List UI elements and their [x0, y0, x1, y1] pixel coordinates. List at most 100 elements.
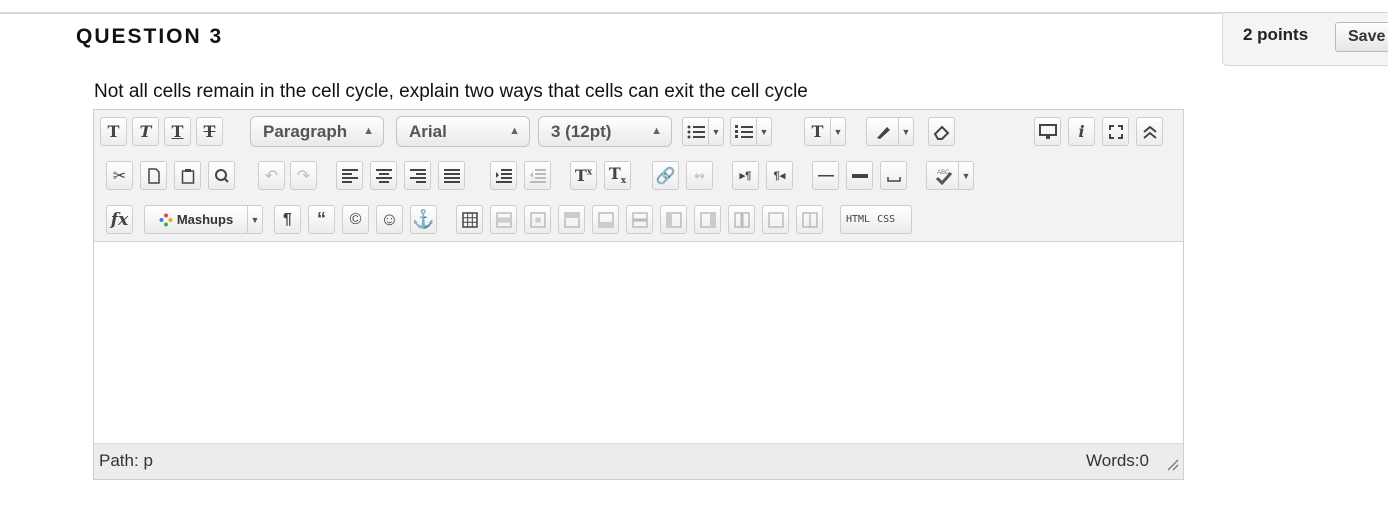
format-select[interactable]: Paragraph ▲	[250, 116, 384, 147]
divider	[0, 12, 1222, 14]
resize-handle[interactable]	[1165, 457, 1179, 471]
size-select-value: 3 (12pt)	[551, 122, 612, 141]
info-button[interactable]: i	[1068, 117, 1095, 146]
function-icon: fx	[110, 209, 129, 230]
question-page: QUESTION 3 2 points Save Not all cells r…	[0, 0, 1388, 510]
chevron-down-icon: ▼	[901, 126, 911, 137]
insert-row-before-button[interactable]	[558, 205, 585, 234]
math-editor-button[interactable]: fx	[106, 205, 133, 234]
html-source-button[interactable]: HTML	[846, 214, 870, 225]
insert-row-after-button[interactable]	[592, 205, 619, 234]
cut-button[interactable]: ✂	[106, 161, 133, 190]
align-center-icon	[375, 168, 392, 183]
remove-link-button[interactable]: ↭	[686, 161, 713, 190]
numbered-list-icon	[734, 124, 753, 138]
editor-content-area[interactable]	[94, 243, 1183, 443]
blockquote-button[interactable]: “	[308, 205, 335, 234]
merge-cells-button[interactable]	[796, 205, 823, 234]
outdent-button[interactable]	[524, 161, 551, 190]
path-value[interactable]: p	[143, 451, 152, 470]
superscript-icon: Tx	[574, 166, 593, 185]
split-cells-button[interactable]	[762, 205, 789, 234]
text-color-button[interactable]: T	[804, 117, 831, 146]
font-select[interactable]: Arial ▲	[396, 116, 530, 147]
emoticon-button[interactable]: ☺	[376, 205, 403, 234]
subscript-icon: Tx	[608, 164, 627, 187]
thick-line-icon	[851, 173, 868, 178]
justify-button[interactable]	[438, 161, 465, 190]
col-after-icon	[699, 211, 716, 228]
redo-button[interactable]: ↷	[290, 161, 317, 190]
anchor-button[interactable]: ⚓	[410, 205, 437, 234]
indent-button[interactable]	[490, 161, 517, 190]
table-cell-icon	[529, 211, 546, 228]
insert-link-button[interactable]: 🔗	[652, 161, 679, 190]
highlight-button[interactable]	[866, 117, 899, 146]
select-arrows-icon: ▲	[509, 125, 520, 137]
css-button[interactable]: CSS	[877, 214, 895, 225]
font-select-value: Arial	[409, 122, 447, 141]
text-color-dropdown[interactable]: ▼	[831, 117, 846, 146]
strikethrough-icon: T	[203, 122, 216, 141]
clear-formatting-button[interactable]	[928, 117, 955, 146]
align-right-button[interactable]	[404, 161, 431, 190]
ltr-button[interactable]: ▸¶	[732, 161, 759, 190]
paste-button[interactable]	[174, 161, 201, 190]
thick-rule-button[interactable]	[846, 161, 873, 190]
superscript-button[interactable]: Tx	[570, 161, 597, 190]
show-blocks-button[interactable]: ¶	[274, 205, 301, 234]
subscript-button[interactable]: Tx	[604, 161, 631, 190]
special-character-button[interactable]: ©	[342, 205, 369, 234]
size-select[interactable]: 3 (12pt) ▲	[538, 116, 672, 147]
fullscreen-button[interactable]	[1102, 117, 1129, 146]
underline-button[interactable]: T	[164, 117, 191, 146]
text-color-icon: T	[811, 122, 824, 141]
spellcheck-button[interactable]: ABC	[926, 161, 959, 190]
smiley-icon: ☺	[380, 209, 399, 229]
nonbreaking-space-button[interactable]	[880, 161, 907, 190]
insert-col-after-button[interactable]	[694, 205, 721, 234]
save-answer-button[interactable]: Save	[1335, 22, 1388, 52]
mashups-button[interactable]: Mashups	[144, 205, 248, 234]
numbered-list-dropdown[interactable]: ▼	[757, 117, 772, 146]
align-center-button[interactable]	[370, 161, 397, 190]
path-label: Path:	[99, 451, 139, 470]
word-count: Words:0	[1086, 451, 1149, 470]
delete-row-icon	[631, 211, 648, 228]
table-cell-props-button[interactable]	[524, 205, 551, 234]
strikethrough-button[interactable]: T	[196, 117, 223, 146]
delete-row-button[interactable]	[626, 205, 653, 234]
bullet-list-icon	[687, 125, 705, 138]
table-row-props-button[interactable]	[490, 205, 517, 234]
bold-button[interactable]: T	[100, 117, 127, 146]
resize-grip-icon[interactable]	[1165, 456, 1179, 476]
italic-button[interactable]: T	[132, 117, 159, 146]
italic-icon: T	[139, 122, 152, 141]
question-text: Not all cells remain in the cell cycle, …	[94, 81, 808, 102]
undo-button[interactable]: ↶	[258, 161, 285, 190]
toolbar-row-1: T T T T Paragraph ▲ Arial ▲ 3 (12pt) ▲ ▼…	[94, 114, 1183, 148]
find-button[interactable]	[208, 161, 235, 190]
horizontal-rule-button[interactable]	[812, 161, 839, 190]
editor-statusbar: Path: p Words:0	[94, 443, 1183, 479]
preview-button[interactable]	[1034, 117, 1061, 146]
bullet-list-dropdown[interactable]: ▼	[709, 117, 724, 146]
redo-icon: ↷	[296, 167, 311, 185]
bullet-list-button[interactable]	[682, 117, 709, 146]
insert-table-button[interactable]	[456, 205, 483, 234]
delete-col-button[interactable]	[728, 205, 755, 234]
insert-col-before-button[interactable]	[660, 205, 687, 234]
unlink-icon: ↭	[694, 167, 705, 183]
numbered-list-button[interactable]	[730, 117, 757, 146]
horizontal-line-icon	[817, 174, 834, 176]
spellcheck-dropdown[interactable]: ▼	[959, 161, 974, 190]
row-before-icon	[563, 211, 580, 228]
chevron-down-icon: ▼	[759, 126, 769, 137]
highlight-dropdown[interactable]: ▼	[899, 117, 914, 146]
collapse-toolbar-button[interactable]	[1136, 117, 1163, 146]
rtl-button[interactable]: ¶◂	[766, 161, 793, 190]
space-icon	[886, 176, 901, 182]
copy-button[interactable]	[140, 161, 167, 190]
align-left-button[interactable]	[336, 161, 363, 190]
mashups-dropdown[interactable]: ▼	[248, 205, 263, 234]
